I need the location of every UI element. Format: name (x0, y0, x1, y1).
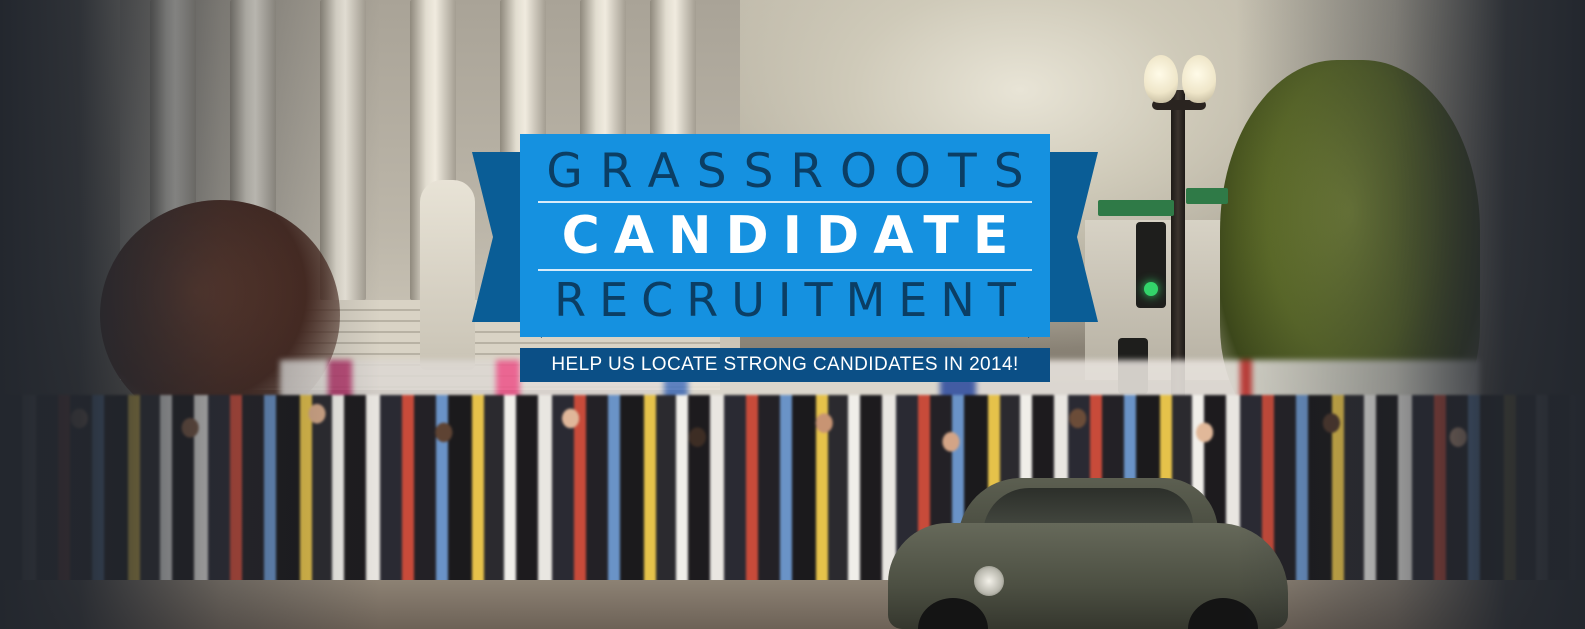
title-badge: GRASSROOTS CANDIDATE RECRUITMENT (520, 134, 1050, 337)
lamp-globe (1182, 55, 1216, 103)
statue (420, 180, 475, 370)
tagline-banner: HELP US LOCATE STRONG CANDIDATES IN 2014… (520, 348, 1050, 382)
car (888, 478, 1288, 629)
column (320, 0, 366, 300)
title-line-grassroots: GRASSROOTS (546, 144, 1041, 199)
hero-banner: GRASSROOTS CANDIDATE RECRUITMENT HELP US… (0, 0, 1585, 629)
car-headlight (974, 566, 1004, 596)
title-line-recruitment: RECRUITMENT (554, 272, 1029, 327)
title-line-candidate: CANDIDATE (561, 205, 1023, 266)
street-sign (1098, 200, 1174, 216)
traffic-light (1136, 222, 1166, 308)
street-sign (1186, 188, 1228, 204)
street-ground (0, 580, 1585, 629)
lamp-globe (1144, 55, 1178, 103)
